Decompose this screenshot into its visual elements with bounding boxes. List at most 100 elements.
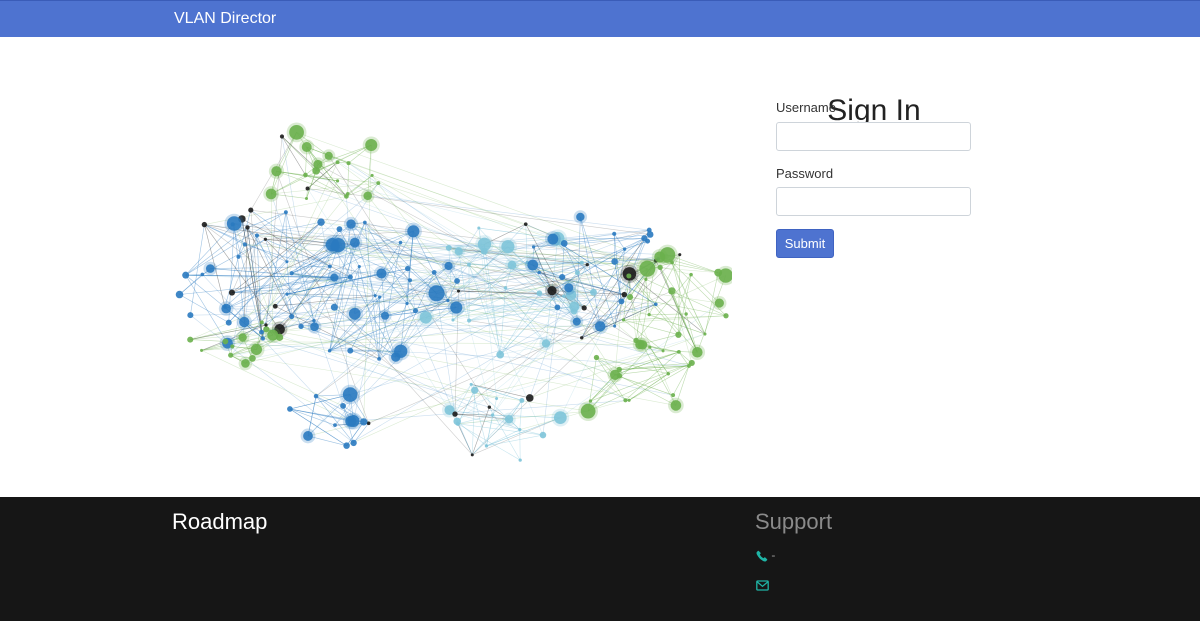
network-node (222, 338, 229, 345)
network-node (454, 247, 463, 256)
roadmap-heading: Roadmap (172, 509, 268, 534)
network-node (446, 298, 450, 303)
network-node (289, 271, 294, 276)
network-node (456, 289, 461, 293)
network-node (305, 186, 310, 191)
network-node (279, 134, 285, 139)
network-node (241, 359, 250, 368)
network-node (347, 347, 354, 354)
network-node (452, 411, 458, 417)
network-edge (671, 290, 693, 364)
network-edge (552, 229, 650, 240)
network-node (333, 423, 337, 428)
network-node (260, 336, 266, 341)
network-node (539, 431, 547, 439)
network-edge (519, 400, 523, 430)
network-node (239, 316, 250, 328)
network-node (342, 387, 358, 402)
network-node (626, 293, 634, 301)
network-node (626, 273, 632, 279)
network-node (347, 415, 360, 428)
network-node (496, 350, 505, 359)
network-node (259, 329, 264, 335)
network-edge (270, 132, 297, 195)
network-node (228, 289, 235, 296)
network-node (564, 283, 574, 293)
network-node (365, 138, 378, 152)
network-node (200, 348, 204, 352)
network-node (703, 332, 707, 336)
brand-link[interactable]: VLAN Director (174, 10, 276, 28)
username-input[interactable] (776, 122, 971, 151)
network-node (205, 264, 215, 273)
network-node (574, 270, 580, 276)
network-node (303, 431, 313, 441)
username-label: Username (776, 100, 836, 115)
network-node (675, 331, 682, 338)
password-label: Password (776, 166, 834, 181)
network-edge (457, 423, 521, 461)
network-node (264, 323, 268, 327)
submit-button[interactable]: Submit (776, 229, 834, 258)
network-node (450, 301, 463, 314)
network-edge (201, 350, 352, 422)
network-edge (486, 414, 493, 446)
network-node (310, 322, 319, 332)
network-node (666, 372, 670, 376)
main-content: Sign In Username Password Submit (0, 37, 1200, 497)
network-node (378, 295, 382, 299)
network-node (272, 303, 278, 309)
network-edge (486, 417, 561, 447)
network-node (407, 225, 420, 238)
network-node (451, 318, 455, 322)
network-node (503, 286, 508, 290)
network-node (304, 196, 309, 200)
network-node (653, 302, 658, 307)
network-node (398, 240, 403, 245)
network-node (646, 227, 652, 233)
network-node (287, 406, 293, 412)
network-node (285, 292, 289, 296)
network-node (659, 247, 676, 263)
network-node (330, 303, 338, 311)
network-node (657, 264, 663, 271)
network-node (580, 403, 596, 419)
network-node (527, 259, 539, 271)
footer: Roadmap Support - (0, 497, 1200, 621)
password-input[interactable] (776, 187, 971, 216)
network-node (303, 172, 308, 178)
network-node (238, 333, 247, 342)
network-node (581, 305, 587, 311)
network-node (531, 245, 536, 249)
network-node (661, 349, 665, 353)
network-node (200, 272, 205, 277)
network-node (536, 290, 543, 297)
network-node (340, 403, 346, 409)
network-node (467, 318, 472, 323)
network-node (312, 166, 320, 175)
network-node (377, 356, 382, 361)
network-node (363, 191, 372, 201)
network-node (370, 173, 374, 178)
network-node (470, 453, 474, 457)
network-node (684, 312, 688, 316)
network-node (553, 411, 567, 425)
network-node (254, 233, 260, 238)
network-node (444, 261, 453, 271)
network-node (621, 318, 626, 322)
network-node (453, 417, 461, 426)
network-node (641, 235, 648, 242)
support-email-row (756, 578, 769, 592)
network-node (335, 160, 340, 165)
network-node (350, 439, 357, 447)
network-node (554, 304, 561, 311)
network-node (612, 231, 617, 236)
network-node (559, 273, 566, 281)
network-edge (337, 161, 506, 289)
network-node (507, 260, 517, 270)
network-node (714, 268, 723, 277)
network-node (283, 210, 288, 215)
network-node (236, 254, 241, 259)
network-node (348, 307, 361, 320)
network-node (324, 151, 333, 160)
